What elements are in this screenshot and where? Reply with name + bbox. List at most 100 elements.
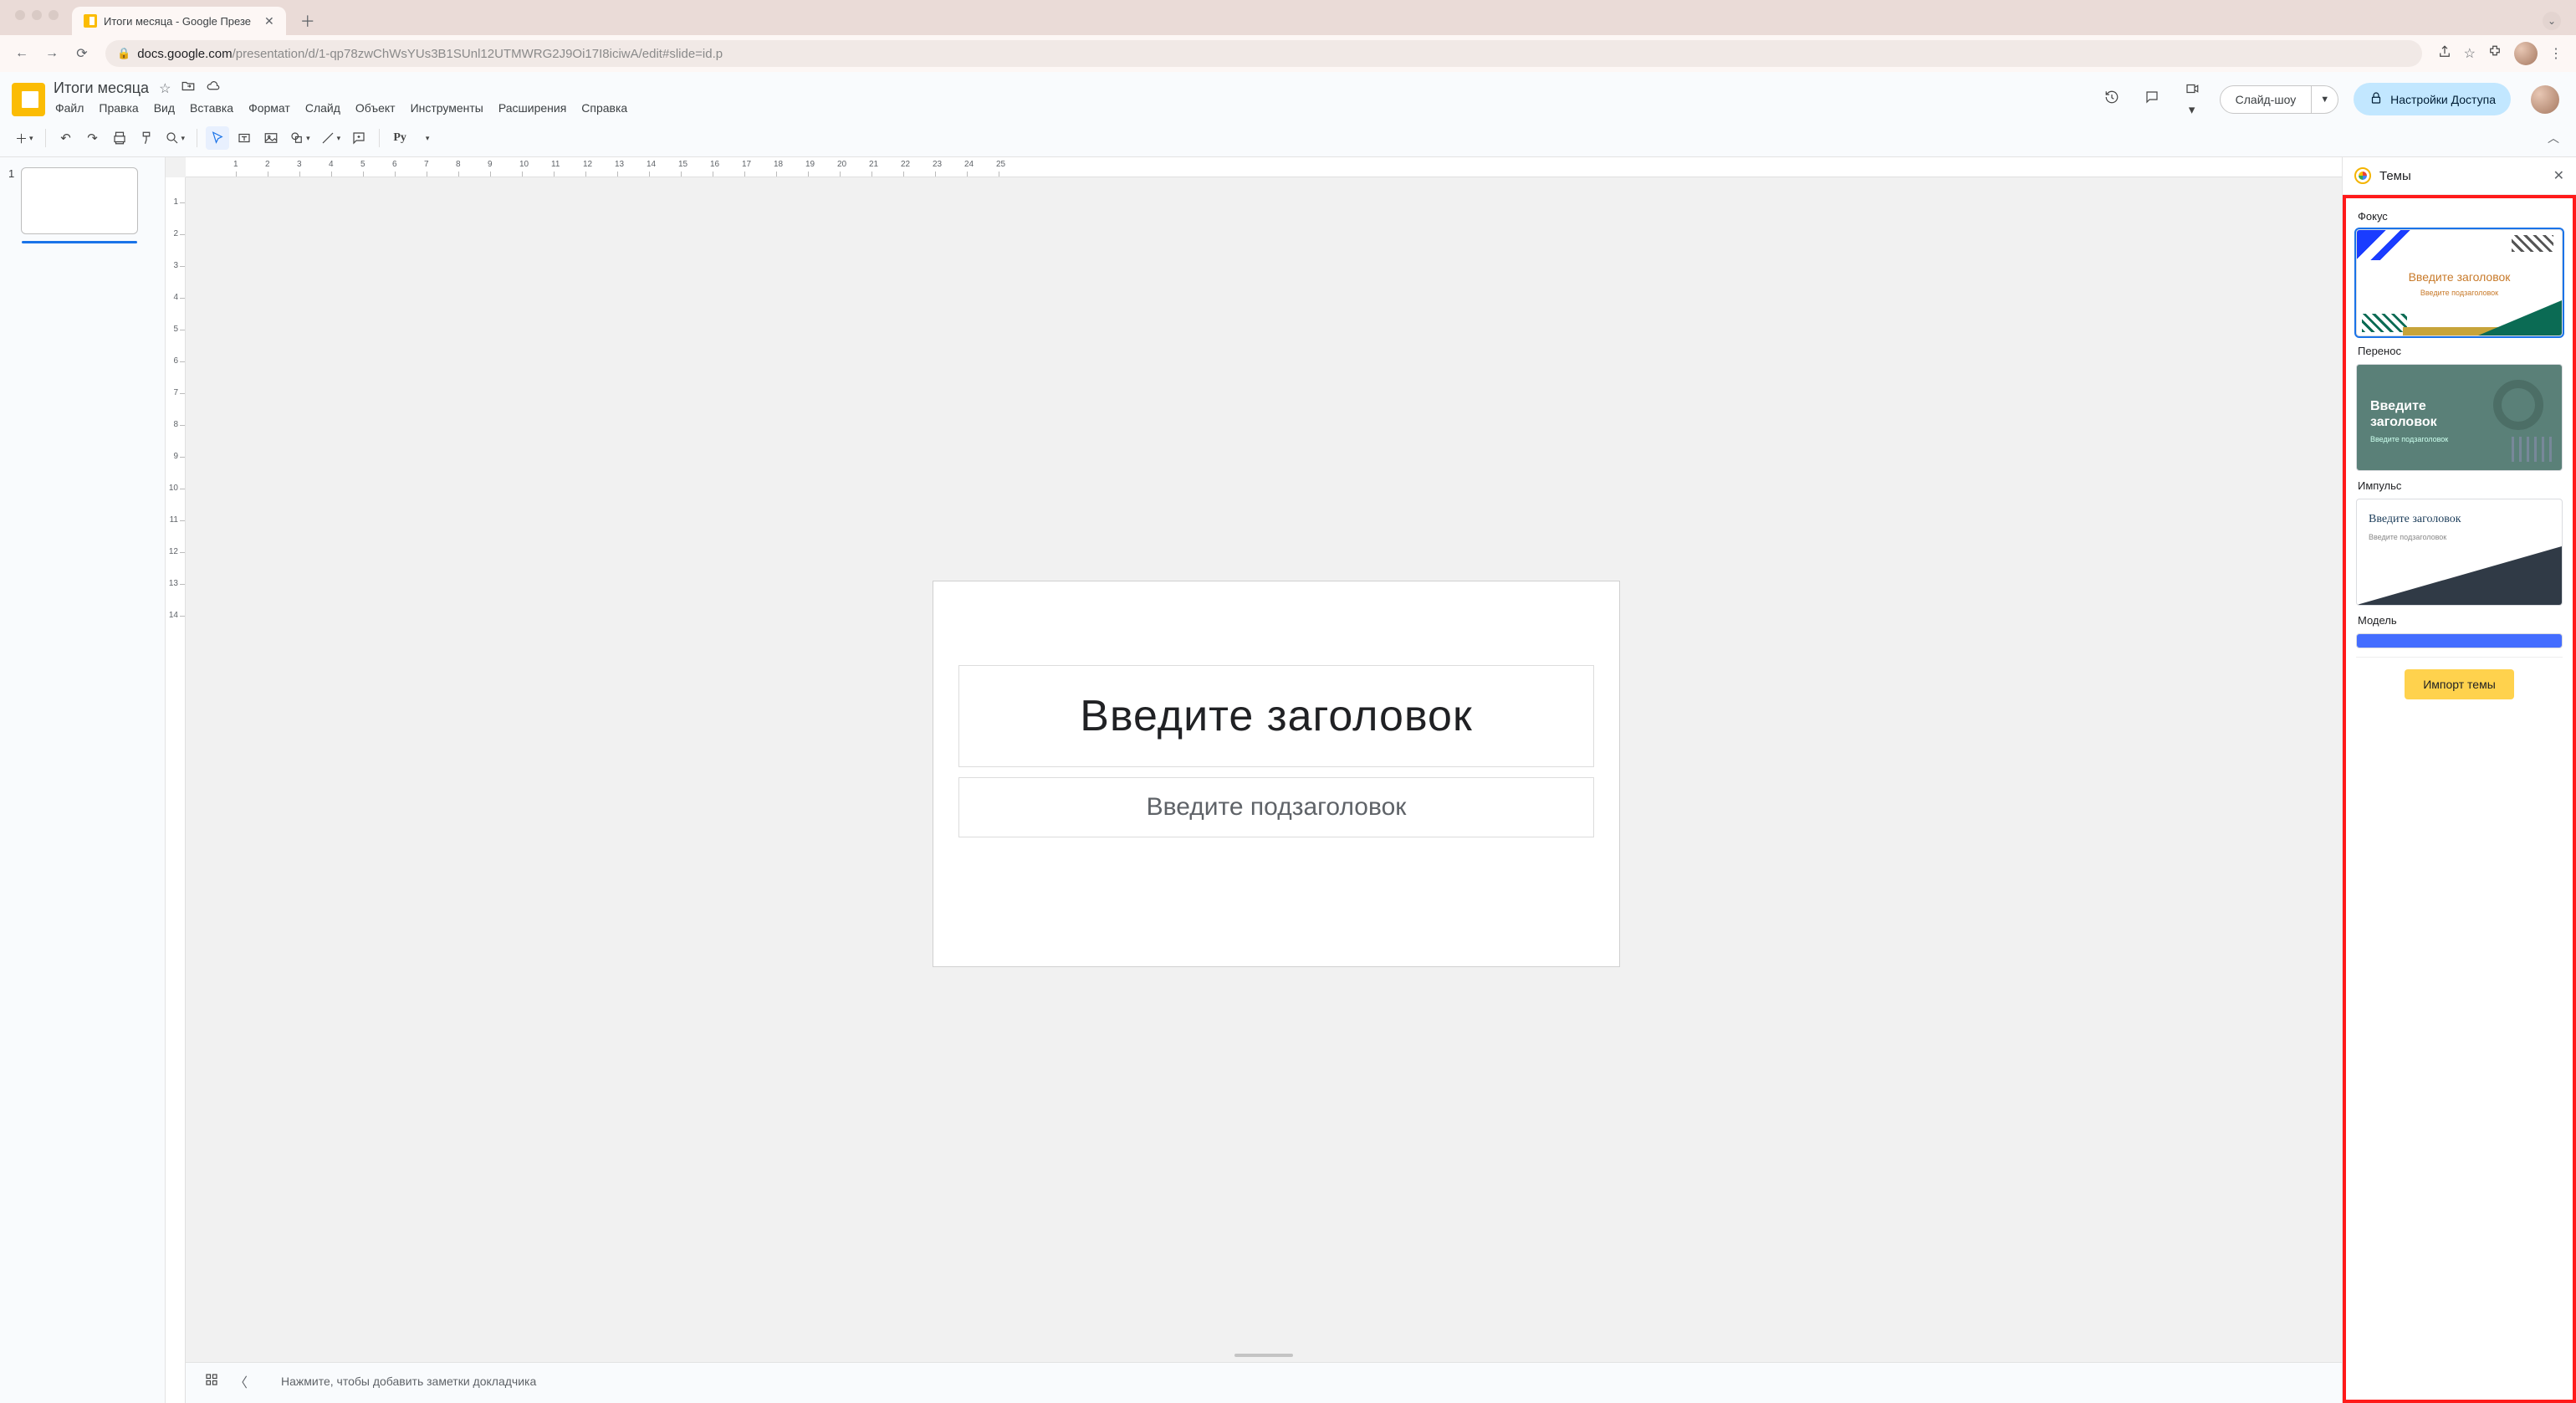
url-text: docs.google.com/presentation/d/1-qp78zwC…	[137, 47, 723, 61]
menu-format[interactable]: Формат	[248, 101, 290, 115]
menu-object[interactable]: Объект	[355, 101, 396, 115]
slide-subtitle-placeholder[interactable]: Введите подзаголовок	[958, 777, 1594, 837]
theme-card-shift[interactable]: Введите заголовок Введите подзаголовок	[2356, 364, 2563, 471]
undo-button[interactable]: ↶	[54, 126, 78, 150]
themes-list-highlighted: Фокус Введите заголовок Введите подзагол…	[2343, 195, 2576, 1403]
address-bar: ← → ⟳ 🔒 docs.google.com/presentation/d/1…	[0, 35, 2576, 72]
theme-name: Модель	[2358, 614, 2563, 627]
paint-format-button[interactable]	[135, 126, 158, 150]
bookmark-icon[interactable]: ☆	[2464, 45, 2476, 62]
select-tool[interactable]	[206, 126, 229, 150]
comment-tool[interactable]	[347, 126, 371, 150]
app-header: Итоги месяца ☆ Файл Правка Вид Вставка Ф…	[0, 72, 2576, 121]
close-panel-icon[interactable]: ✕	[2553, 167, 2564, 184]
notes-placeholder[interactable]: Нажмите, чтобы добавить заметки докладчи…	[281, 1375, 2323, 1388]
share-label: Настройки Доступа	[2390, 93, 2496, 106]
font-family-dd[interactable]: ▾	[415, 126, 438, 150]
lock-icon: 🔒	[117, 47, 130, 60]
ruler-horizontal: 1234567891011121314151617181920212223242…	[186, 157, 2342, 177]
zoom-button[interactable]: ▾	[161, 126, 189, 150]
slideshow-button[interactable]: Слайд-шоу	[2220, 85, 2313, 114]
traffic-light-max[interactable]	[49, 10, 59, 20]
theme-name: Перенос	[2358, 345, 2563, 357]
present-meet-icon[interactable]: ▾	[2180, 81, 2205, 118]
header-actions: ▾ Слайд-шоу ▼ Настройки Доступа	[2099, 81, 2559, 118]
slide-number: 1	[8, 167, 14, 180]
menu-edit[interactable]: Правка	[99, 101, 138, 115]
new-tab-button[interactable]: ＋	[296, 9, 319, 33]
tab-title: Итоги месяца - Google Презе	[104, 15, 251, 28]
comments-icon[interactable]	[2139, 90, 2165, 109]
account-avatar[interactable]	[2531, 85, 2559, 114]
slides-logo-icon[interactable]	[12, 83, 45, 116]
filmstrip[interactable]: 1	[0, 157, 159, 1403]
extensions-icon[interactable]	[2487, 44, 2502, 64]
slides-favicon-icon	[84, 14, 97, 28]
ruler-vertical: 1234567891011121314	[166, 177, 186, 1403]
traffic-light-min[interactable]	[32, 10, 42, 20]
forward-button[interactable]: →	[38, 40, 65, 67]
browser-action-icons: ☆ ⋮	[2432, 42, 2568, 65]
browser-menu-icon[interactable]: ⋮	[2549, 45, 2563, 62]
document-title[interactable]: Итоги месяца	[54, 79, 149, 97]
menu-bar: Файл Правка Вид Вставка Формат Слайд Объ…	[54, 100, 2091, 120]
speaker-notes-bar: 〈 Нажмите, чтобы добавить заметки доклад…	[186, 1362, 2342, 1403]
menu-tools[interactable]: Инструменты	[411, 101, 483, 115]
menu-insert[interactable]: Вставка	[190, 101, 233, 115]
print-button[interactable]	[108, 126, 131, 150]
textbox-tool[interactable]	[233, 126, 256, 150]
redo-button[interactable]: ↷	[81, 126, 105, 150]
import-theme-button[interactable]: Импорт темы	[2405, 669, 2514, 699]
themes-panel: Темы ✕ Фокус Введите заголовок Введите п…	[2342, 157, 2576, 1403]
theme-card-focus[interactable]: Введите заголовок Введите подзаголовок	[2356, 229, 2563, 336]
canvas-zone: 1234567891011121314151617181920212223242…	[166, 157, 2342, 1403]
profile-avatar[interactable]	[2514, 42, 2538, 65]
reload-button[interactable]: ⟳	[69, 40, 95, 67]
collapse-toolbar-icon[interactable]: ︿	[2548, 130, 2559, 146]
collapse-filmstrip-icon[interactable]: 〈	[234, 1371, 248, 1391]
share-page-icon[interactable]	[2437, 44, 2452, 64]
menu-view[interactable]: Вид	[154, 101, 175, 115]
menu-help[interactable]: Справка	[581, 101, 627, 115]
theme-name: Фокус	[2358, 210, 2563, 223]
new-slide-button[interactable]: ＋▾	[12, 126, 37, 150]
tabs-dropdown-icon[interactable]: ⌄	[2543, 12, 2561, 30]
browser-tab[interactable]: Итоги месяца - Google Презе ✕	[72, 7, 286, 35]
back-button[interactable]: ←	[8, 40, 35, 67]
theme-name: Импульс	[2358, 479, 2563, 492]
menu-file[interactable]: Файл	[55, 101, 84, 115]
window-controls[interactable]	[15, 10, 59, 20]
theme-card-model[interactable]	[2356, 633, 2563, 648]
browser-chrome: Итоги месяца - Google Презе ✕ ＋ ⌄ ← → ⟳ …	[0, 0, 2576, 72]
palette-icon	[2354, 167, 2371, 184]
app-area: Итоги месяца ☆ Файл Правка Вид Вставка Ф…	[0, 72, 2576, 1403]
menu-extensions[interactable]: Расширения	[498, 101, 566, 115]
lock-icon	[2369, 90, 2384, 108]
slide-stage[interactable]: Введите заголовок Введите подзаголовок	[186, 177, 2342, 1354]
slide-title-placeholder[interactable]: Введите заголовок	[958, 665, 1594, 767]
themes-panel-title: Темы	[2379, 169, 2411, 183]
menu-slide[interactable]: Слайд	[305, 101, 340, 115]
grid-view-icon[interactable]	[204, 1372, 219, 1391]
history-icon[interactable]	[2099, 90, 2124, 109]
toolbar: ＋▾ ↶ ↷ ▾ ▾ ▾ Рy▾ ︿	[0, 121, 2576, 157]
notes-resize-handle[interactable]	[1234, 1354, 1293, 1357]
image-tool[interactable]	[259, 126, 283, 150]
workspace: 1 12345678910111213141516171819202122232…	[0, 157, 2576, 1403]
shape-tool[interactable]: ▾	[286, 126, 314, 150]
slideshow-dropdown[interactable]: ▼	[2312, 85, 2338, 114]
star-icon[interactable]: ☆	[159, 80, 171, 97]
traffic-light-close[interactable]	[15, 10, 25, 20]
tab-strip: Итоги месяца - Google Презе ✕ ＋ ⌄	[0, 3, 2576, 35]
filmstrip-resize-handle[interactable]	[159, 157, 166, 1403]
theme-card-momentum[interactable]: Введите заголовок Введите подзаголовок	[2356, 499, 2563, 606]
cloud-status-icon[interactable]	[206, 79, 221, 98]
omnibox[interactable]: 🔒 docs.google.com/presentation/d/1-qp78z…	[105, 40, 2422, 67]
line-tool[interactable]: ▾	[317, 126, 345, 150]
move-to-folder-icon[interactable]	[181, 79, 196, 98]
font-family-display[interactable]: Рy	[388, 126, 411, 150]
close-tab-icon[interactable]: ✕	[264, 14, 274, 28]
slide-canvas[interactable]: Введите заголовок Введите подзаголовок	[933, 581, 1619, 966]
slide-thumbnail[interactable]	[21, 167, 138, 234]
share-button[interactable]: Настройки Доступа	[2354, 83, 2511, 115]
